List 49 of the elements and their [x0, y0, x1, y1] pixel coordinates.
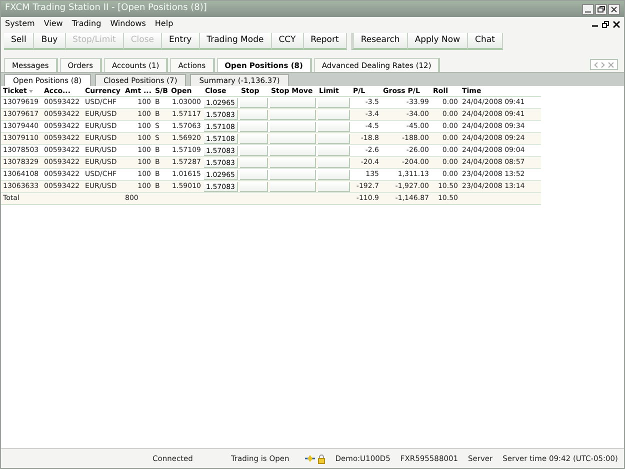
- order-field[interactable]: [318, 98, 350, 108]
- lock-icon: [318, 454, 326, 464]
- sort-icon[interactable]: [28, 90, 33, 92]
- order-field[interactable]: [270, 122, 316, 132]
- order-field[interactable]: [240, 146, 268, 156]
- order-field[interactable]: [240, 134, 268, 144]
- toolbar-button[interactable]: Report: [304, 33, 347, 50]
- restore-icon[interactable]: [602, 20, 609, 28]
- scroll-left-icon[interactable]: [594, 62, 598, 68]
- order-field[interactable]: [318, 158, 350, 168]
- window-title: FXCM Trading Station II - [Open Positions (8)]: [5, 2, 207, 16]
- order-field[interactable]: [318, 134, 350, 144]
- order-field[interactable]: [270, 158, 316, 168]
- menu-item[interactable]: Windows: [110, 18, 146, 30]
- order-field[interactable]: [318, 182, 350, 192]
- order-field[interactable]: [240, 110, 268, 120]
- order-field[interactable]: [240, 170, 268, 180]
- order-field[interactable]: [270, 170, 316, 180]
- toolbar-button[interactable]: CCY: [272, 33, 304, 50]
- menu-item[interactable]: View: [44, 18, 63, 30]
- toolbar-button[interactable]: Apply Now: [408, 33, 468, 50]
- order-field[interactable]: [270, 146, 316, 156]
- order-field[interactable]: [318, 110, 350, 120]
- order-field[interactable]: [318, 170, 350, 180]
- close-icon[interactable]: [613, 20, 620, 28]
- order-field[interactable]: [270, 182, 316, 192]
- menu-item[interactable]: System: [5, 18, 35, 30]
- order-field[interactable]: [270, 110, 316, 120]
- toolbar-button[interactable]: Research: [350, 33, 408, 50]
- order-field[interactable]: [240, 158, 268, 168]
- order-field[interactable]: [240, 98, 268, 108]
- restore-icon[interactable]: [595, 4, 607, 14]
- connection-icon: [305, 455, 316, 462]
- menu-item[interactable]: Help: [154, 18, 174, 30]
- order-field[interactable]: [240, 122, 268, 132]
- order-field[interactable]: [270, 98, 316, 108]
- order-field[interactable]: [240, 182, 268, 192]
- toolbar-button[interactable]: Trading Mode: [200, 33, 272, 50]
- order-field[interactable]: [318, 146, 350, 156]
- toolbar-button[interactable]: Entry: [162, 33, 200, 50]
- close-icon[interactable]: [608, 4, 620, 14]
- order-field[interactable]: [318, 122, 350, 132]
- toolbar-button[interactable]: Sell: [4, 33, 34, 50]
- order-field[interactable]: [270, 134, 316, 144]
- toolbar-button[interactable]: Buy: [34, 33, 66, 50]
- scroll-right-icon[interactable]: [601, 62, 605, 68]
- menu-item[interactable]: Trading: [72, 18, 102, 30]
- minimize-icon[interactable]: [582, 4, 594, 14]
- toolbar-button[interactable]: Chat: [468, 33, 503, 50]
